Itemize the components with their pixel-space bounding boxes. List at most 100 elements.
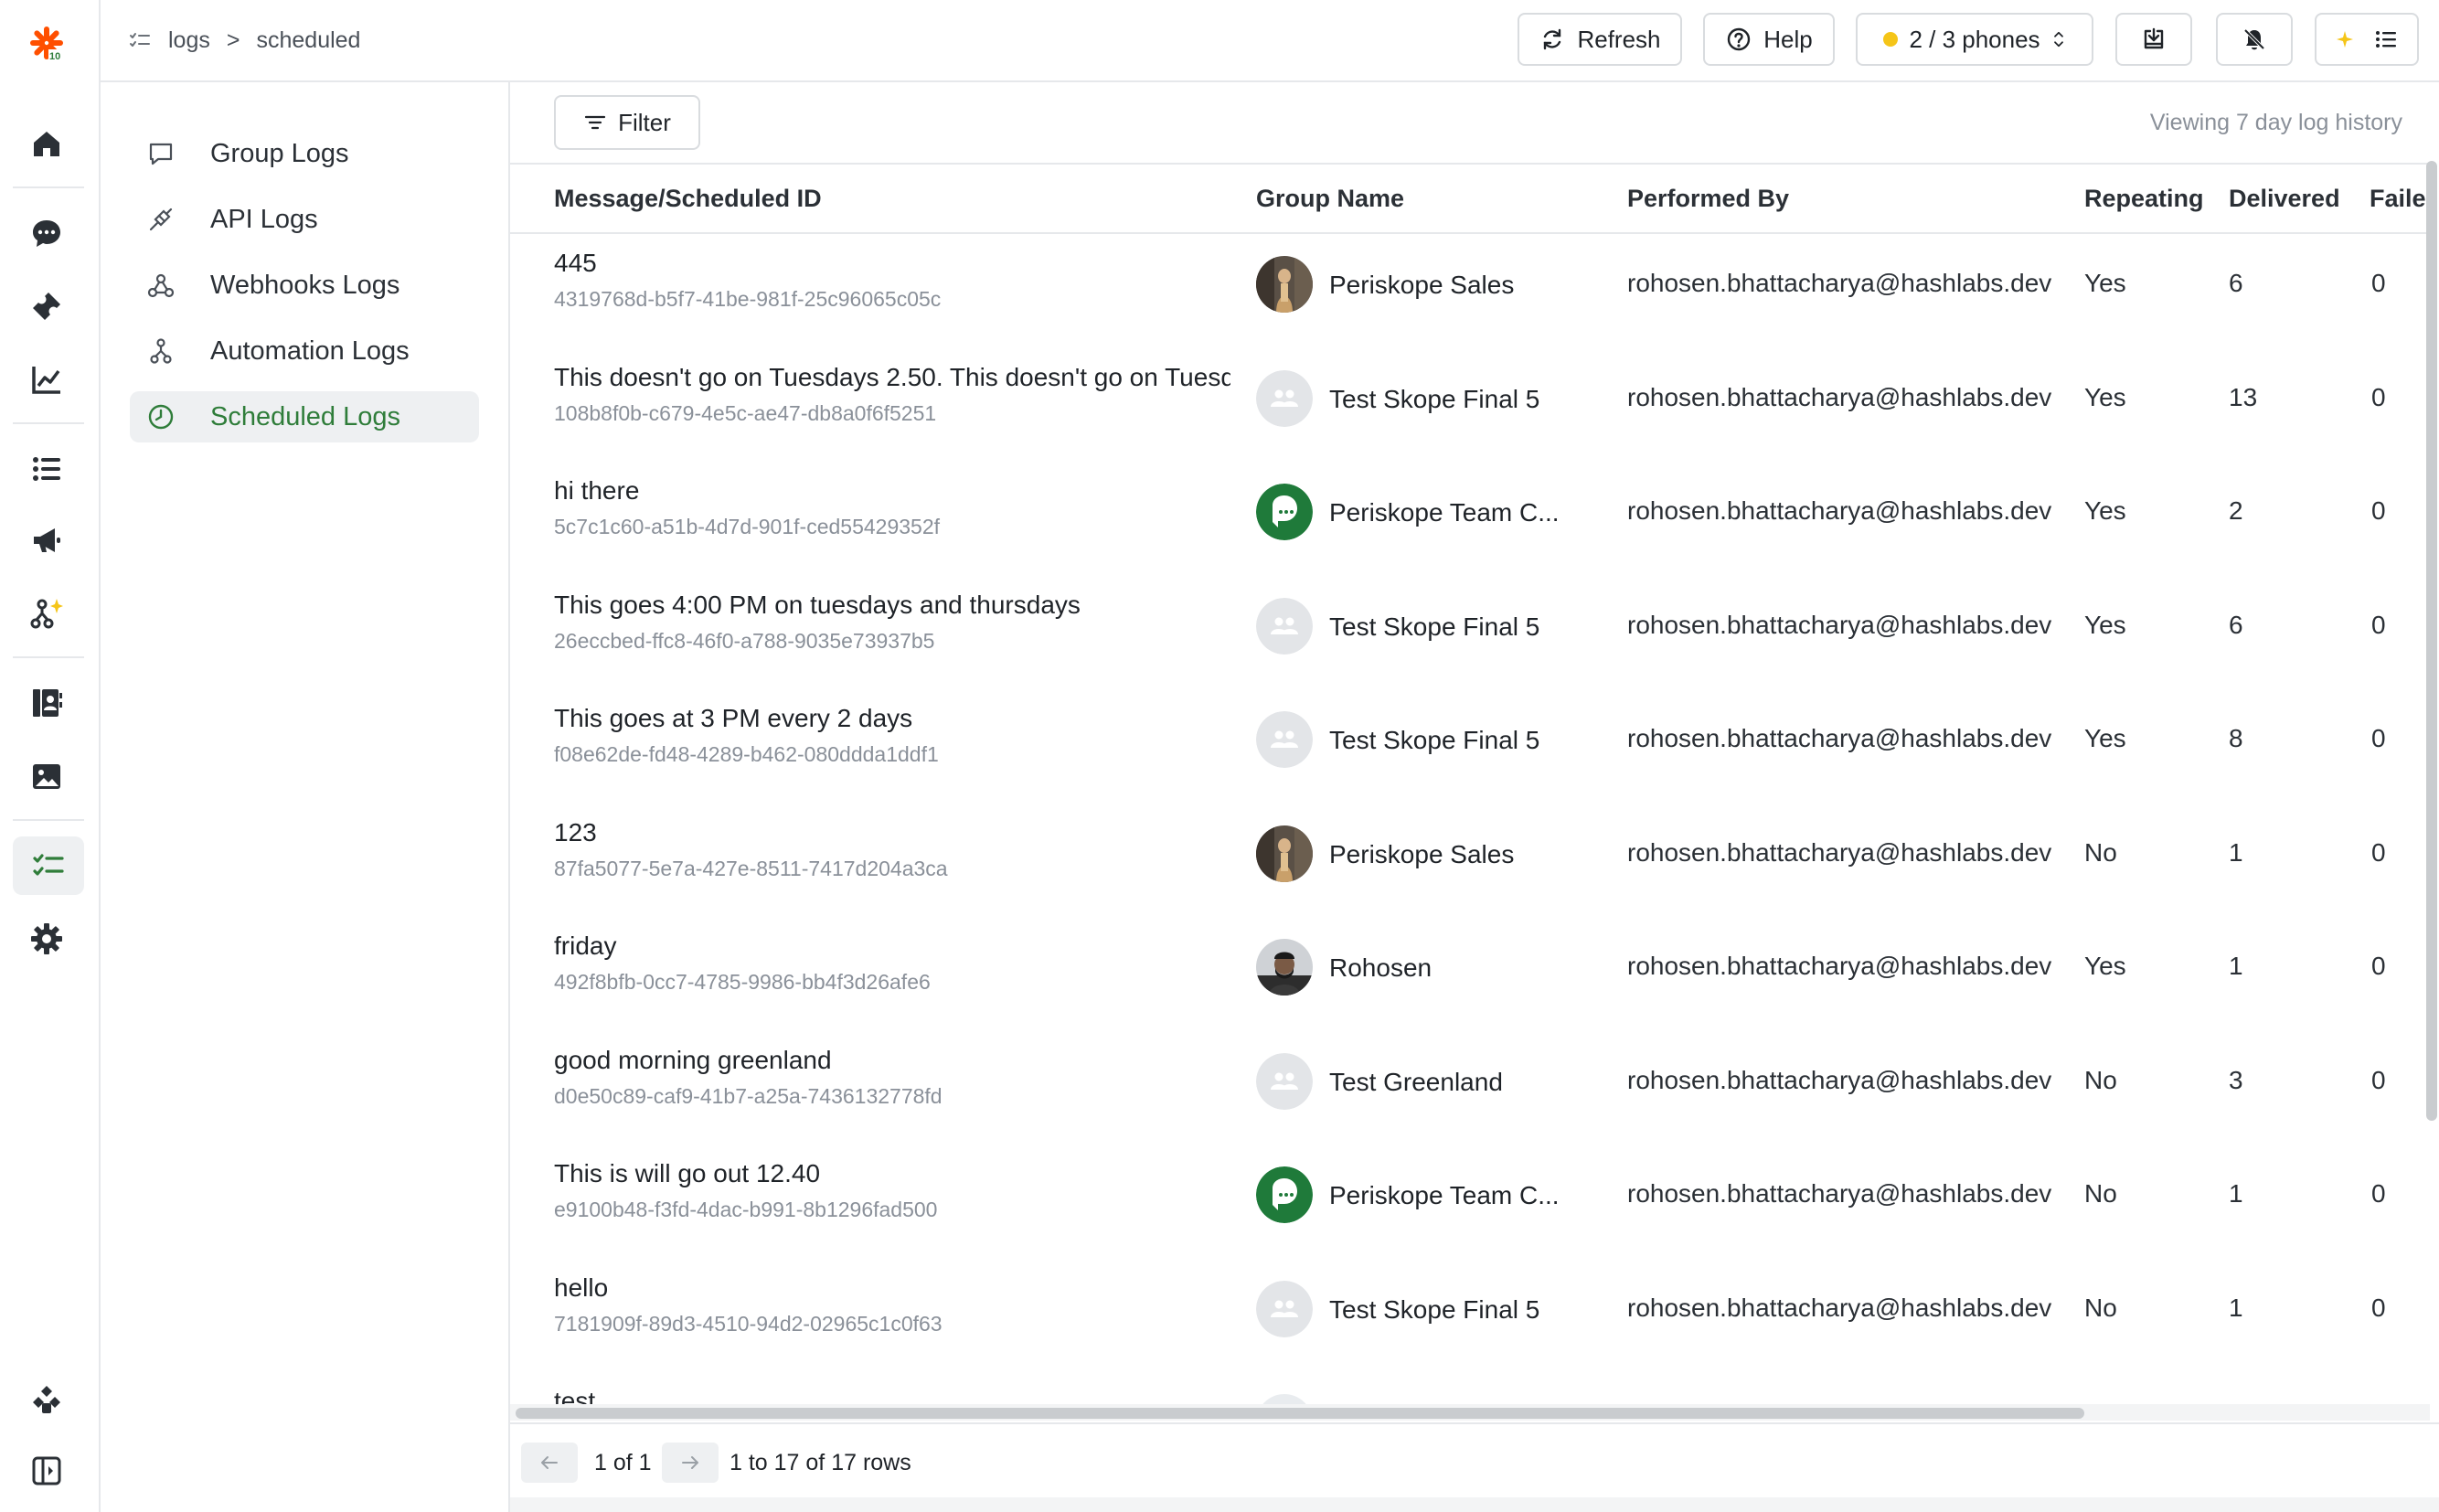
- group-avatar: [1256, 1166, 1313, 1223]
- delivered-count: 2: [2229, 496, 2243, 525]
- sidebar-item-scheduled-logs[interactable]: Scheduled Logs: [130, 391, 479, 442]
- previous-page-button[interactable]: [521, 1443, 578, 1483]
- webhook-icon: [147, 273, 175, 298]
- refresh-button[interactable]: Refresh: [1518, 13, 1682, 66]
- column-header-repeating[interactable]: Repeating: [2084, 185, 2204, 213]
- logs-icon[interactable]: [13, 836, 84, 895]
- refresh-icon: [1544, 28, 1561, 50]
- message-text: 445: [554, 249, 597, 277]
- group-name[interactable]: Periskope Sales: [1329, 271, 1514, 300]
- app-logo-icon[interactable]: 10: [20, 16, 73, 69]
- table-row[interactable]: 123 87fa5077-5e7a-427e-8511-7417d204a3ca P…: [510, 805, 2430, 902]
- table-row[interactable]: hi there 5c7c1c60-a51b-4d7d-901f-ced55429…: [510, 463, 2430, 560]
- ticket-icon[interactable]: [20, 280, 73, 333]
- failed-count: 0: [2371, 496, 2386, 525]
- failed-count: 0: [2371, 952, 2386, 980]
- delivered-count: 1: [2229, 1179, 2243, 1208]
- megaphone-icon[interactable]: [20, 514, 73, 567]
- sidebar-item-group-logs[interactable]: Group Logs: [130, 128, 479, 179]
- chat-icon[interactable]: [20, 207, 73, 260]
- repeating-value: Yes: [2084, 496, 2126, 525]
- collapse-sidebar-icon[interactable]: [20, 1444, 73, 1497]
- message-text: This is will go out 12.40: [554, 1159, 821, 1187]
- column-header-message[interactable]: Message/Scheduled ID: [554, 185, 822, 213]
- bottom-strip: [510, 1497, 2439, 1512]
- phones-selector[interactable]: 2 / 3 phones: [1856, 13, 2093, 66]
- filter-button[interactable]: Filter: [554, 95, 700, 150]
- media-icon[interactable]: [20, 750, 73, 803]
- sidebar-item-api-logs[interactable]: API Logs: [130, 194, 479, 245]
- message-text: test: [554, 1387, 596, 1406]
- history-notice: Viewing 7 day log history: [2149, 110, 2402, 135]
- mute-notifications-button[interactable]: [2216, 13, 2293, 66]
- performed-by: rohosen.bhattacharya@hashlabs.dev: [1627, 269, 2052, 297]
- column-header-performed-by[interactable]: Performed By: [1627, 185, 1789, 213]
- breadcrumb-current: scheduled: [256, 27, 361, 53]
- logs-sidebar: Group Logs API Logs Webhooks Logs Automa…: [101, 82, 510, 1512]
- group-name[interactable]: Test Skope Final 5: [1329, 612, 1539, 642]
- delivered-count: 1: [2229, 1293, 2243, 1322]
- group-name[interactable]: Test Skope Final 5: [1329, 1295, 1539, 1325]
- repeating-value: No: [2084, 1065, 2117, 1094]
- table-row[interactable]: This goes at 3 PM every 2 days f08e62de-f…: [510, 691, 2430, 788]
- group-avatar: [1256, 484, 1313, 540]
- breadcrumb-root[interactable]: logs: [168, 27, 210, 54]
- delivered-count: 6: [2229, 610, 2243, 639]
- table-row[interactable]: good morning greenland d0e50c89-caf9-41b7…: [510, 1033, 2430, 1130]
- delivered-count: 13: [2229, 382, 2258, 411]
- chat-bubble-icon: [149, 143, 173, 165]
- message-text: This goes 4:00 PM on tuesdays and thursd…: [554, 590, 1081, 619]
- ai-tasks-button[interactable]: [2315, 13, 2419, 66]
- horizontal-scrollbar[interactable]: [516, 1408, 2084, 1419]
- table-row[interactable]: This goes 4:00 PM on tuesdays and thursd…: [510, 578, 2430, 675]
- home-icon[interactable]: [20, 117, 73, 170]
- sidebar-item-label: Automation Logs: [210, 335, 410, 366]
- settings-gear-icon[interactable]: [20, 912, 73, 965]
- vertical-scrollbar[interactable]: [2426, 161, 2437, 1121]
- group-name[interactable]: Periskope Team C...: [1329, 498, 1560, 527]
- bell-off-icon: [2243, 28, 2265, 50]
- contacts-book-icon[interactable]: [20, 676, 73, 729]
- table-row[interactable]: test395525ac-a353-469d-805f-8742801423e7…: [510, 1374, 2430, 1406]
- main-content: Filter Viewing 7 day log history Message…: [510, 82, 2439, 1512]
- breadcrumb-separator: >: [226, 27, 240, 53]
- table-row[interactable]: friday 492f8bfb-0cc7-4785-9986-bb4f3d26af…: [510, 919, 2430, 1016]
- sidebar-item-webhooks-logs[interactable]: Webhooks Logs: [130, 260, 479, 311]
- group-avatar: [1256, 1280, 1313, 1337]
- delivered-count: 1: [2229, 837, 2243, 867]
- sidebar-item-label: Scheduled Logs: [210, 401, 400, 431]
- table-row[interactable]: hello 7181909f-89d3-4510-94d2-02965c1c0f6…: [510, 1261, 2430, 1358]
- help-button[interactable]: Help: [1703, 13, 1835, 66]
- column-header-group[interactable]: Group Name: [1256, 185, 1404, 213]
- group-name[interactable]: Rohosen: [1329, 953, 1432, 983]
- integrations-icon[interactable]: [20, 1373, 73, 1426]
- group-name[interactable]: Test Skope Final 5: [1329, 385, 1539, 414]
- analytics-icon[interactable]: [20, 353, 73, 406]
- group-name[interactable]: Test Greenland: [1329, 1068, 1503, 1097]
- table-row[interactable]: This is will go out 12.40 e9100b48-f3fd-4…: [510, 1146, 2430, 1243]
- scheduled-id: e9100b48-f3fd-4dac-b991-8b1296fad500: [554, 1198, 938, 1221]
- group-name[interactable]: Periskope Sales: [1329, 840, 1514, 869]
- column-header-delivered[interactable]: Delivered: [2229, 185, 2340, 213]
- group-avatar: [1256, 256, 1313, 313]
- column-header-failed[interactable]: Failed: [2370, 185, 2430, 213]
- message-text: This doesn't go on Tuesdays 2.50. This d…: [554, 362, 1230, 391]
- repeating-value: Yes: [2084, 610, 2126, 639]
- automation-icon: [150, 338, 172, 364]
- breadcrumb: logs > scheduled: [128, 24, 360, 57]
- repeating-value: Yes: [2084, 269, 2126, 297]
- table-row[interactable]: This doesn't go on Tuesdays 2.50. This d…: [510, 350, 2430, 447]
- group-avatar: [1256, 1052, 1313, 1110]
- group-name[interactable]: Test Skope Final 5: [1329, 726, 1539, 755]
- ai-automation-icon[interactable]: [20, 587, 73, 640]
- repeating-value: Yes: [2084, 724, 2126, 752]
- group-name[interactable]: Periskope Team C...: [1329, 1181, 1560, 1210]
- next-page-button[interactable]: [662, 1443, 719, 1483]
- table-row[interactable]: 445 4319768d-b5f7-41be-981f-25c96065c05c P…: [510, 236, 2430, 333]
- sidebar-item-automation-logs[interactable]: Automation Logs: [130, 325, 479, 377]
- list-icon[interactable]: [20, 442, 73, 495]
- performed-by: rohosen.bhattacharya@hashlabs.dev: [1627, 724, 2052, 752]
- delivered-count: 1: [2229, 952, 2243, 980]
- download-button[interactable]: [2115, 13, 2192, 66]
- scheduled-id: 492f8bfb-0cc7-4785-9986-bb4f3d26afe6: [554, 970, 931, 994]
